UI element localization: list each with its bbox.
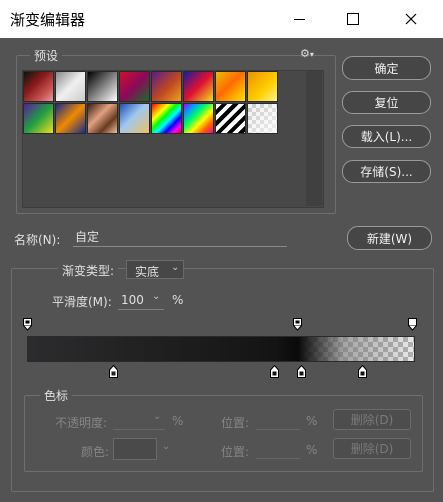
maximize-button[interactable] [329,0,377,38]
opacity-label: 不透明度: [55,416,108,430]
minimize-icon [293,18,305,20]
preset-swatch[interactable] [247,103,278,134]
preset-swatch[interactable] [55,71,86,102]
preset-swatch[interactable] [151,103,182,134]
color-location-unit: % [306,443,318,457]
preset-swatch[interactable] [247,71,278,102]
gradient-type-value: 实底 [135,265,160,279]
opacity-unit: % [172,414,184,428]
color-stop[interactable] [297,365,306,378]
chevron-down-icon: ⌄ [162,441,171,452]
opacity-stop[interactable] [293,318,302,331]
new-button[interactable]: 新建(W) [347,226,432,250]
color-stop[interactable] [109,365,118,378]
preset-swatch[interactable] [215,71,246,102]
preset-swatch[interactable] [87,103,118,134]
close-button[interactable] [387,0,435,38]
close-icon [405,13,417,25]
preset-scrollbar[interactable] [306,71,322,206]
preset-swatch[interactable] [55,103,86,134]
chevron-down-icon: ▾ [309,50,314,59]
ok-button[interactable]: 确定 [342,56,431,80]
reset-button[interactable]: 复位 [342,91,431,114]
stops-label: 色标 [40,387,73,404]
color-swatch[interactable] [113,438,157,460]
opacity-location-label: 位置: [221,416,250,430]
preset-swatch[interactable] [215,103,246,134]
preset-swatch[interactable] [151,71,182,102]
preset-swatch[interactable] [23,103,54,134]
gradient-type-label: 渐变类型: [58,262,119,279]
name-label: 名称(N): [14,233,61,247]
delete-color-stop-button[interactable]: 删除(D) [333,438,411,459]
presets-menu-button[interactable]: ⚙▾ [300,47,314,60]
preset-swatch[interactable] [119,103,150,134]
opacity-stop[interactable] [23,318,32,331]
gradient-type-select[interactable]: 实底 ⌄ [126,260,184,279]
preset-swatch[interactable] [183,103,214,134]
opacity-stop[interactable] [408,318,417,331]
preset-swatch[interactable] [183,71,214,102]
color-label: 颜色: [81,445,110,459]
opacity-input[interactable]: ⌄ [113,411,165,430]
smoothness-unit: % [172,293,184,307]
chevron-down-icon: ⌄ [152,291,161,302]
preset-swatch[interactable] [23,71,54,102]
gradient-bar[interactable] [27,336,415,362]
title-bar: 渐变编辑器 [0,0,443,39]
color-stop[interactable] [270,365,279,378]
color-location-label: 位置: [221,445,250,459]
preset-swatch[interactable] [87,71,118,102]
chevron-down-icon: ⌄ [171,262,180,273]
stops-group [24,395,423,472]
chevron-down-icon: ⌄ [153,411,162,422]
minimize-button[interactable] [275,0,323,38]
maximize-icon [347,13,359,25]
presets-label: 预设 [30,47,63,64]
gear-icon: ⚙ [300,47,310,60]
color-stop[interactable] [358,365,367,378]
color-location-input[interactable] [256,440,300,459]
load-button[interactable]: 载入(L)... [342,125,431,148]
smoothness-value: 100 [121,293,144,307]
opacity-location-unit: % [306,414,318,428]
smoothness-input[interactable]: 100 ⌄ [118,291,164,310]
save-button[interactable]: 存储(S)... [342,160,431,183]
smoothness-label: 平滑度(M): [52,295,112,309]
window-title: 渐变编辑器 [10,11,86,29]
delete-opacity-stop-button[interactable]: 删除(D) [333,409,411,430]
name-input[interactable]: 自定 [73,228,287,247]
preset-swatch[interactable] [119,71,150,102]
opacity-location-input[interactable] [256,411,300,430]
